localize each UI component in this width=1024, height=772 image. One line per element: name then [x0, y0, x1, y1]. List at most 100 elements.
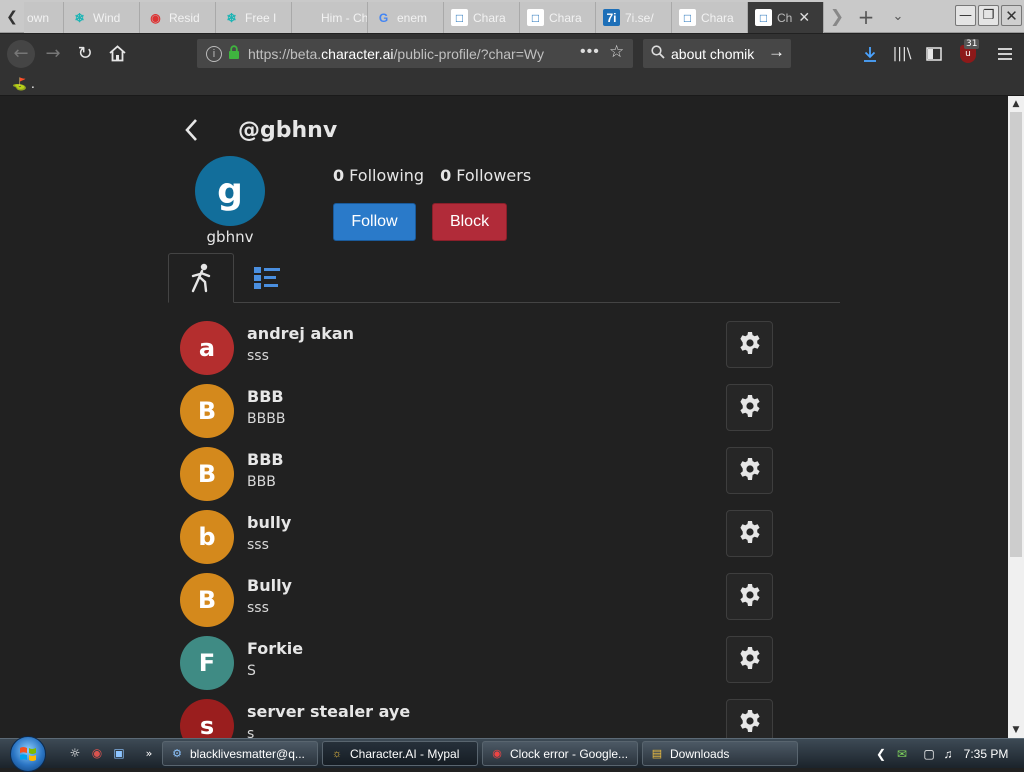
- character-name: server stealer aye: [247, 702, 411, 721]
- tab-scroll-right-button[interactable]: ❯: [825, 0, 849, 33]
- browser-tab[interactable]: □ Ch ✕: [748, 2, 824, 33]
- back-button[interactable]: ←: [6, 34, 36, 73]
- mypal-icon: ☼: [331, 747, 343, 760]
- taskbar-clock[interactable]: 7:35 PM: [962, 739, 1010, 769]
- list-all-tabs-button[interactable]: ⌄: [884, 0, 912, 33]
- scroll-down-arrow-icon[interactable]: ▼: [1008, 722, 1024, 738]
- page-scrollbar[interactable]: ▲ ▼: [1008, 96, 1024, 738]
- character-settings-button[interactable]: [726, 321, 773, 368]
- close-tab-icon[interactable]: ✕: [798, 9, 810, 26]
- tray-volume-icon[interactable]: ♫: [940, 739, 956, 769]
- reload-button[interactable]: ↻: [72, 34, 98, 73]
- taskbar-button[interactable]: ▤ Downloads: [642, 741, 798, 766]
- block-button[interactable]: Block: [432, 203, 507, 241]
- character-row[interactable]: b bully sss: [180, 510, 780, 573]
- character-settings-button[interactable]: [726, 636, 773, 683]
- taskbar-button[interactable]: ☼ Character.AI - Mypal: [322, 741, 478, 766]
- browser-tab[interactable]: ❄ Wind: [64, 2, 140, 33]
- tray-network-icon[interactable]: ✉: [894, 739, 910, 769]
- followers-stat[interactable]: 0 Followers: [440, 166, 531, 185]
- restore-window-button[interactable]: ❐: [978, 5, 999, 26]
- taskbar-button[interactable]: ⚙ blacklivesmatter@q...: [162, 741, 318, 766]
- character-avatar: B: [180, 447, 234, 501]
- page-content: @gbhnv g gbhnv 0 Following 0 Followers Fol…: [0, 96, 1008, 738]
- browser-tab[interactable]: own: [24, 2, 64, 33]
- close-window-button[interactable]: ✕: [1001, 5, 1022, 26]
- character-row[interactable]: B Bully sss: [180, 573, 780, 636]
- following-label: Following: [349, 166, 425, 185]
- browser-tab[interactable]: □ Chara: [520, 2, 596, 33]
- scroll-up-arrow-icon[interactable]: ▲: [1008, 96, 1024, 112]
- character-description: sss: [247, 537, 269, 553]
- navigation-toolbar: ← → ↻ i https://beta.character.ai/public…: [0, 34, 1024, 73]
- page-actions-icon[interactable]: •••: [580, 43, 600, 61]
- character-settings-button[interactable]: [726, 447, 773, 494]
- home-icon: [108, 45, 126, 62]
- forward-button[interactable]: →: [40, 34, 66, 73]
- back-chevron-button[interactable]: [184, 118, 204, 149]
- url-bar[interactable]: i https://beta.character.ai/public-profi…: [197, 39, 633, 68]
- browser-tab[interactable]: ◉ Resid: [140, 2, 216, 33]
- character-settings-button[interactable]: [726, 510, 773, 557]
- character-avatar: B: [180, 384, 234, 438]
- character-settings-button[interactable]: [726, 384, 773, 431]
- browser-tab[interactable]: Genem: [368, 2, 444, 33]
- gear-icon: [738, 394, 762, 422]
- tab-icon-characterai: □: [679, 9, 696, 26]
- browser-tab[interactable]: ❄ Free I: [216, 2, 292, 33]
- scrollbar-thumb[interactable]: [1010, 112, 1022, 557]
- tab-title: Resid: [169, 10, 200, 25]
- chrome-icon: ◉: [492, 748, 502, 760]
- character-row[interactable]: F Forkie S: [180, 636, 780, 699]
- character-description: sss: [247, 348, 269, 364]
- browser-tab[interactable]: 7i 7i.se/: [596, 2, 672, 33]
- taskbar-button[interactable]: ◉ Clock error - Google...: [482, 741, 638, 766]
- bookmark-star-icon[interactable]: ☆: [609, 42, 624, 62]
- library-button[interactable]: |||\: [892, 34, 912, 73]
- tab-title: Wind: [93, 10, 121, 25]
- start-button[interactable]: [10, 736, 46, 772]
- quicklaunch-overflow-icon[interactable]: »: [140, 744, 158, 762]
- tab-list: own ❄ Wind ◉ Resid ❄ Free I Him - Ch Genem □ Chara…: [24, 2, 824, 33]
- ublock-addon-button[interactable]: u 31: [955, 34, 981, 73]
- search-go-icon[interactable]: →: [768, 42, 785, 62]
- followers-label: Followers: [456, 166, 532, 185]
- tray-expand-icon[interactable]: ❮: [874, 739, 888, 769]
- following-count: 0: [333, 166, 345, 185]
- quicklaunch-mypal-icon[interactable]: ☼: [66, 744, 84, 762]
- sidebar-button[interactable]: [924, 34, 944, 73]
- following-stat[interactable]: 0 Following: [333, 166, 424, 185]
- search-query: about chomik: [671, 45, 755, 62]
- follow-button[interactable]: Follow: [333, 203, 416, 241]
- tray-monitor-icon[interactable]: ▢: [920, 739, 938, 769]
- new-tab-button[interactable]: +: [852, 0, 880, 33]
- character-row[interactable]: B BBB BBB: [180, 447, 780, 510]
- search-box[interactable]: about chomik →: [643, 39, 791, 68]
- menu-button[interactable]: [994, 34, 1016, 73]
- tab-characters[interactable]: [168, 253, 234, 303]
- character-list: a andrej akan sss B BBB BBBB B BBB BBB b bully sss B…: [180, 321, 780, 738]
- minimize-window-button[interactable]: —: [955, 5, 976, 26]
- tab-list-view[interactable]: [234, 253, 300, 303]
- messenger-icon: ⚙: [172, 748, 182, 760]
- browser-tab[interactable]: □ Chara: [444, 2, 520, 33]
- search-icon: [651, 45, 665, 62]
- browser-tab[interactable]: □ Chara: [672, 2, 748, 33]
- site-info-icon[interactable]: i: [206, 45, 222, 62]
- bookmark-item[interactable]: ⛳ .: [12, 77, 35, 91]
- character-settings-button[interactable]: [726, 699, 773, 738]
- downloads-button[interactable]: [860, 34, 880, 73]
- quicklaunch-desktop-icon[interactable]: ▣: [110, 744, 128, 762]
- character-settings-button[interactable]: [726, 573, 773, 620]
- character-row[interactable]: a andrej akan sss: [180, 321, 780, 384]
- hamburger-menu-icon: [998, 47, 1012, 60]
- tab-scroll-left-button[interactable]: ❮: [0, 0, 24, 33]
- browser-tab[interactable]: Him - Ch: [292, 2, 368, 33]
- character-row[interactable]: s server stealer aye s: [180, 699, 780, 738]
- character-row[interactable]: B BBB BBBB: [180, 384, 780, 447]
- gear-icon: [738, 457, 762, 485]
- taskbar-button-label: Clock error - Google...: [510, 746, 629, 761]
- home-button[interactable]: [104, 34, 130, 73]
- quicklaunch-opera-icon[interactable]: ◉: [88, 744, 106, 762]
- profile-avatar: g: [195, 156, 265, 226]
